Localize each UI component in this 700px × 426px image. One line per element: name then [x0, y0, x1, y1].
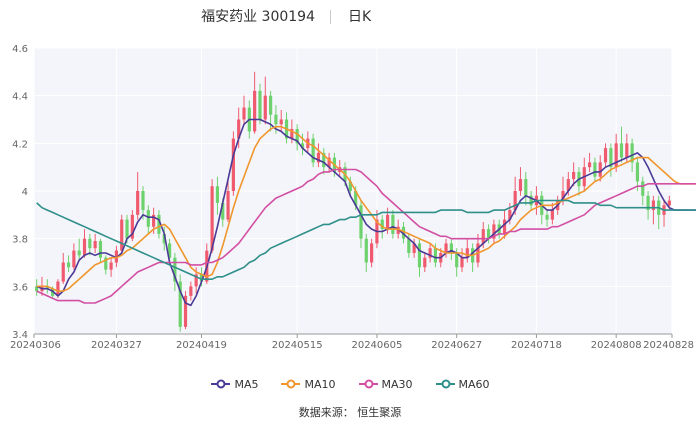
legend-label: MA30: [381, 377, 413, 391]
candle-body: [651, 200, 655, 211]
candle-body: [56, 281, 60, 296]
y-tick-label: 3.6: [12, 282, 28, 293]
candle-body: [635, 162, 640, 182]
candle-body: [258, 90, 262, 120]
candle-body: [268, 95, 273, 115]
y-tick-label: 4: [22, 187, 28, 198]
legend-item-ma60[interactable]: MA60: [435, 378, 490, 391]
candle-body: [109, 262, 113, 270]
candle-body: [518, 179, 523, 191]
x-tick-label: 20240808: [591, 340, 642, 351]
legend-item-ma30[interactable]: MA30: [358, 378, 413, 391]
candle-body: [98, 241, 103, 258]
x-tick-label: 20240515: [272, 340, 323, 351]
legend-swatch-icon: [435, 379, 455, 389]
candle-body: [226, 191, 230, 220]
candle-body: [391, 214, 395, 234]
x-tick-label: 20240718: [511, 340, 562, 351]
x-tick-label: 20240605: [351, 340, 402, 351]
legend-item-ma10[interactable]: MA10: [280, 377, 336, 391]
candle-body: [433, 248, 438, 263]
candle-body: [215, 186, 220, 203]
candle-body: [385, 214, 390, 230]
legend-swatch-icon: [358, 379, 378, 389]
candle-body: [61, 262, 65, 282]
candle-body: [455, 252, 459, 268]
candle-body: [587, 162, 592, 168]
candle-body: [66, 262, 71, 268]
candle-body: [359, 205, 363, 239]
candle-body: [625, 143, 629, 158]
x-axis-labels: 20240306 20240327 20240419 20240515 20240605…: [10, 340, 694, 351]
legend: MA5 MA10 MA30 MA60: [0, 374, 700, 394]
y-tick-label: 4.2: [12, 139, 28, 150]
candle-body: [481, 229, 485, 244]
candle-body: [136, 191, 140, 215]
candle-body: [598, 162, 602, 177]
x-tick-label: 20240327: [91, 340, 142, 351]
y-tick-label: 4.6: [12, 44, 28, 55]
candle-body: [407, 238, 411, 253]
candle-body: [279, 119, 283, 125]
candle-body: [423, 257, 427, 268]
data-source: 数据来源： 恒生聚源: [298, 406, 402, 419]
candle-body: [88, 238, 92, 249]
candle-body: [667, 200, 671, 206]
y-tick-label: 3.8: [12, 235, 28, 246]
candle-body: [364, 238, 368, 263]
legend-swatch-icon: [281, 379, 301, 389]
legend-label: MA60: [458, 377, 490, 391]
candle-body: [231, 138, 235, 191]
candle-body: [460, 257, 464, 268]
candle: [311, 133, 315, 168]
x-tick-label: 20240419: [176, 340, 227, 351]
candle-body: [146, 210, 150, 227]
candle-body: [93, 241, 97, 249]
candle-body: [619, 143, 624, 158]
candle-body: [82, 238, 87, 256]
candle-body: [253, 90, 257, 132]
candle-body: [417, 243, 422, 268]
candle: [120, 214, 124, 253]
legend-swatch-icon: [211, 379, 231, 389]
candle: [178, 274, 182, 332]
y-tick-label: 4.4: [12, 92, 28, 103]
candle-body: [77, 250, 81, 256]
candle-body: [263, 95, 267, 120]
candle-body: [274, 114, 278, 125]
candle-body: [141, 191, 145, 211]
candle-body: [545, 214, 549, 220]
legend-label: MA10: [304, 377, 336, 391]
candle: [183, 291, 188, 330]
candle-body: [189, 286, 193, 296]
candle-body: [524, 179, 528, 196]
y-axis-labels: 3.43.63.844.24.44.6: [12, 44, 28, 341]
candlestick-chart: 3.43.63.844.24.44.6 20240306 20240327 2024…: [10, 44, 696, 351]
candle-body: [72, 250, 76, 268]
candle-body: [502, 219, 507, 234]
candle-body: [444, 243, 448, 253]
x-tick-label: 20240306: [10, 340, 61, 351]
candle-body: [550, 210, 554, 220]
candle-body: [125, 219, 129, 239]
candle-body: [641, 181, 645, 196]
legend-item-ma5[interactable]: MA5: [210, 378, 258, 391]
legend-label: MA5: [234, 377, 259, 391]
candle-body: [242, 107, 246, 120]
candle-body: [370, 243, 374, 263]
candle-body: [603, 148, 608, 163]
x-tick-label: 20240627: [431, 340, 482, 351]
candle-body: [120, 219, 124, 251]
candle-body: [572, 171, 576, 180]
candle-body: [593, 162, 597, 177]
x-tick-label: 20240828: [643, 340, 694, 351]
